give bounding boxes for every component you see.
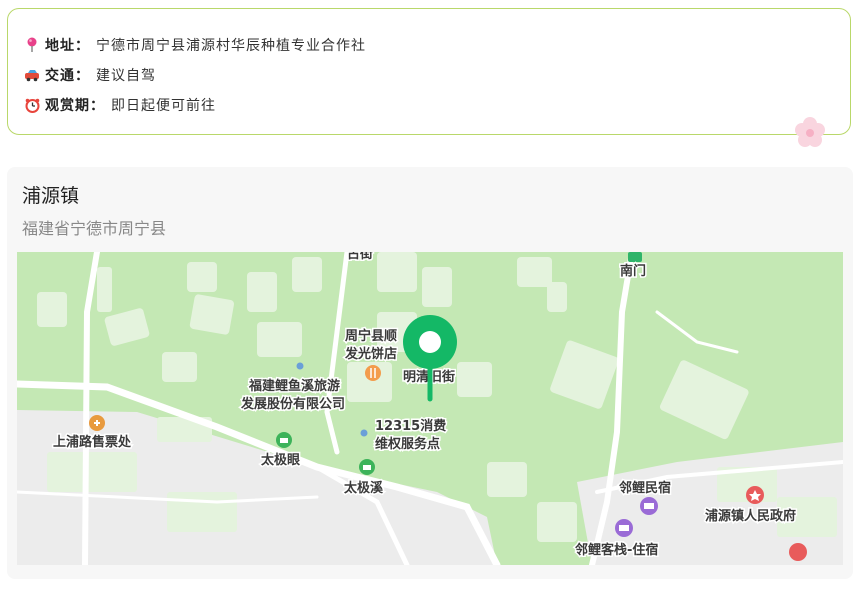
map-label-south-gate: 南门 [620,263,646,279]
map-label-linli-inn: 邻鲤民宿 [618,480,671,496]
address-row: 地址： 宁德市周宁县浦源村华辰种植专业合作社 [24,35,366,55]
map-label-ticket: 上浦路售票处 [53,434,132,450]
period-label: 观赏期： [45,98,105,114]
restaurant-poi-icon [365,365,381,381]
info-card: 地址： 宁德市周宁县浦源村华辰种植专业合作社 交通： 建议自驾 观赏期： 即日起… [7,8,851,147]
gov2-poi-icon [789,543,807,561]
map-label-shop-2: 发光饼店 [344,346,397,362]
period-row: 观赏期： 即日起便可前往 [24,95,216,115]
map-label-consumer-1: 12315消费 [375,418,446,434]
traffic-label: 交通： [45,68,90,84]
map-label-linli-hostel: 邻鲤客栈-住宿 [574,542,658,558]
traffic-value: 建议自驾 [96,68,156,84]
map-label-taiji-stream: 太极溪 [343,480,384,496]
period-value: 即日起便可前往 [111,98,216,114]
map-label-consumer-2: 维权服务点 [375,436,440,452]
car-icon [24,67,40,83]
map-label-tourism-1: 福建鲤鱼溪旅游 [248,378,340,394]
alarm-clock-icon [24,97,40,113]
south-gate-poi-icon [628,252,642,262]
map-label-gov: 浦源镇人民政府 [705,508,796,524]
map-label-tourism-2: 发展股份有限公司 [240,396,345,412]
map-view[interactable]: 古街 南门 周宁县顺 发光饼店 明清旧街 福建鲤鱼溪旅游 发展股份有限公司 12… [17,252,843,565]
service-dot-icon [360,429,368,437]
address-value: 宁德市周宁县浦源村华辰种植专业合作社 [96,38,366,54]
location-title: 浦源镇 [22,185,80,207]
company-dot-icon [296,362,304,370]
flower-icon [794,116,826,148]
pin-icon [24,37,40,53]
address-label: 地址： [45,38,90,54]
traffic-row: 交通： 建议自驾 [24,65,156,85]
map-label-taiji-eye: 太极眼 [260,452,301,468]
map-label-top-street: 古街 [347,252,373,262]
map-label-shop-1: 周宁县顺 [345,328,397,344]
location-card[interactable]: 浦源镇 福建省宁德市周宁县 古街 南门 周宁县顺 发光饼店 福建鲤鱼溪旅游 发展… [7,167,853,579]
location-subtitle: 福建省宁德市周宁县 [22,219,167,238]
